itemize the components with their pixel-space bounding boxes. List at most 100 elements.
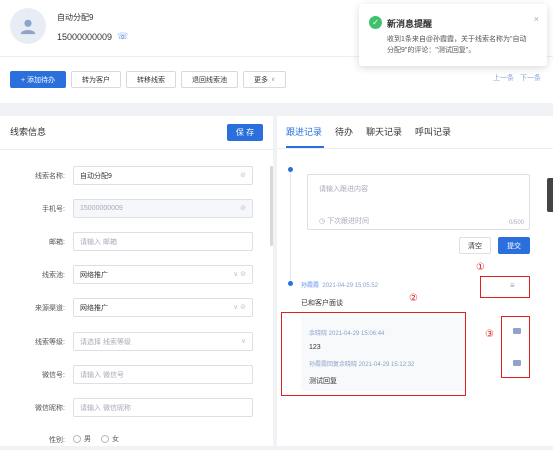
field-value: 网络推广 xyxy=(80,271,108,279)
gender-option-male[interactable]: 男 xyxy=(73,434,91,444)
field-value: 请选择 线索等级 xyxy=(80,338,131,346)
field-suffix-icon: ∨ xyxy=(240,338,246,345)
followup-content-input[interactable]: 请输入跟进内容 xyxy=(319,184,368,194)
annotation-number: ② xyxy=(409,293,418,304)
field-value: 请输入 微信号 xyxy=(80,371,124,379)
field-input[interactable]: 请输入 微信昵称 xyxy=(73,398,253,417)
field-label: 来源渠道: xyxy=(35,305,65,312)
record-time: 2021-04-29 15:05:52 xyxy=(322,283,379,289)
tab-followup[interactable]: 跟进记录 xyxy=(286,125,322,138)
record-author: 孙霞霞 xyxy=(301,283,320,289)
notification-toast: ✓ 新消息提醒 收到1条来自@孙霞霞，关于线索名称为"自动分配9"的评论："测试… xyxy=(359,4,547,66)
field-suffix-icon: ⊘ xyxy=(240,205,246,212)
tab-calls[interactable]: 呼叫记录 xyxy=(415,125,451,138)
field-input[interactable]: 自动分配9 ⊘ xyxy=(73,166,253,185)
field-input[interactable]: 请选择 线索等级 ∨ xyxy=(73,332,253,351)
close-icon[interactable]: × xyxy=(534,14,539,24)
field-label: 线索名称: xyxy=(35,173,65,180)
prev-record-link[interactable]: 上一条 xyxy=(493,73,514,83)
char-count: 0/500 xyxy=(508,220,524,226)
tabs-divider xyxy=(277,148,553,149)
field-value: 请输入 微信昵称 xyxy=(80,404,131,412)
more-label: 更多 xyxy=(254,76,269,84)
more-dropdown-button[interactable]: 更多 ∨ xyxy=(243,71,287,88)
phone-call-icon[interactable]: ☏ xyxy=(117,31,128,42)
gender-radio-group: 男 女 xyxy=(73,434,119,444)
field-value: 网络推广 xyxy=(80,304,108,312)
scrollbar[interactable] xyxy=(270,166,273,246)
gender-row: 性别: 男 女 xyxy=(0,430,260,450)
form-row: 微信昵称: 请输入 微信昵称 xyxy=(0,398,260,418)
highlight-box xyxy=(501,316,530,378)
gender-label: 性别: xyxy=(49,437,65,444)
field-suffix-icon: ∨ ⊘ xyxy=(233,271,246,278)
transfer-lead-button[interactable]: 转移线索 xyxy=(126,71,177,88)
timeline-dot xyxy=(288,167,293,172)
followup-editor[interactable]: 请输入跟进内容 ◷ 下次跟进时间 0/500 xyxy=(307,174,530,230)
next-followup-time-picker[interactable]: ◷ 下次跟进时间 xyxy=(319,216,369,226)
notification-body[interactable]: 收到1条来自@孙霞霞，关于线索名称为"自动分配9"的评论："测试回复"。 xyxy=(387,34,532,56)
gender-option-female[interactable]: 女 xyxy=(101,434,119,444)
radio-icon xyxy=(101,435,109,444)
field-input: 15000000009 ⊘ xyxy=(73,199,253,218)
panel-title: 线索信息 xyxy=(10,127,47,137)
panel-divider xyxy=(0,149,273,150)
tab-bar: 跟进记录 待办 聊天记录 呼叫记录 xyxy=(286,125,451,138)
form-row: 线索等级: 请选择 线索等级 ∨ xyxy=(0,332,260,352)
submit-button[interactable]: 提交 xyxy=(498,237,530,254)
field-value: 自动分配9 xyxy=(80,172,112,180)
annotation-number: ③ xyxy=(485,329,494,340)
chevron-down-icon: ∨ xyxy=(271,77,276,83)
notification-title: 新消息提醒 xyxy=(387,19,433,29)
success-check-icon: ✓ xyxy=(369,16,382,29)
field-input[interactable]: 请输入 微信号 xyxy=(73,365,253,384)
form-row: 来源渠道: 网络推广 ∨ ⊘ xyxy=(0,298,260,318)
form-row: 微信号: 请输入 微信号 xyxy=(0,365,260,385)
form-row: 线索名称: 自动分配9 ⊘ xyxy=(0,166,260,186)
annotation-number: ① xyxy=(476,262,485,273)
field-input[interactable]: 请输入 邮箱 xyxy=(73,232,253,251)
field-input[interactable]: 网络推广 ∨ ⊘ xyxy=(73,298,253,317)
convert-customer-button[interactable]: 转为客户 xyxy=(71,71,122,88)
avatar xyxy=(10,8,46,44)
field-label: 邮箱: xyxy=(49,239,65,246)
form-row: 线索池: 网络推广 ∨ ⊘ xyxy=(0,265,260,285)
followup-panel: 跟进记录 待办 聊天记录 呼叫记录 请输入跟进内容 ◷ 下次跟进时间 0/500… xyxy=(277,116,553,446)
lead-info-panel: 线索信息 保 存 线索名称: 自动分配9 ⊘ 手机号: 15000000009 ⊘ 邮箱: 请… xyxy=(0,116,273,446)
field-value: 15000000009 xyxy=(80,205,123,212)
clear-button[interactable]: 清空 xyxy=(459,237,491,254)
action-toolbar: + 添加待办 转为客户 转移线索 退回线索池 更多 ∨ xyxy=(10,71,287,88)
form-row: 邮箱: 请输入 邮箱 xyxy=(0,232,260,252)
field-label: 手机号: xyxy=(42,206,65,213)
timeline-dot xyxy=(288,281,293,286)
radio-icon xyxy=(73,435,81,444)
save-button[interactable]: 保 存 xyxy=(227,124,263,141)
field-value: 请输入 邮箱 xyxy=(80,238,117,246)
field-suffix-icon: ∨ ⊘ xyxy=(233,304,246,311)
add-todo-button[interactable]: + 添加待办 xyxy=(10,71,67,88)
gender-option-label: 女 xyxy=(112,436,119,443)
lead-phone-number: 15000000009 xyxy=(57,31,113,42)
pager: 上一条 下一条 xyxy=(493,73,541,83)
timeline-line xyxy=(290,170,291,284)
side-drawer-handle[interactable] xyxy=(547,178,553,212)
record-text: 已和客户面谈 xyxy=(301,300,343,307)
tab-todo[interactable]: 待办 xyxy=(335,125,353,138)
user-icon xyxy=(20,19,36,35)
field-input[interactable]: 网络推广 ∨ ⊘ xyxy=(73,265,253,284)
lead-phone: 15000000009 ☏ xyxy=(57,31,128,42)
field-label: 线索等级: xyxy=(35,339,65,346)
highlight-box xyxy=(480,276,530,298)
tab-chat[interactable]: 聊天记录 xyxy=(366,125,402,138)
field-label: 微信昵称: xyxy=(35,405,65,412)
highlight-box xyxy=(281,312,466,396)
field-label: 微信号: xyxy=(42,372,65,379)
field-label: 线索池: xyxy=(42,272,65,279)
next-record-link[interactable]: 下一条 xyxy=(520,73,541,83)
lead-name: 自动分配9 xyxy=(57,13,94,22)
next-followup-placeholder: 下次跟进时间 xyxy=(327,218,370,225)
record-meta: 孙霞霞 2021-04-29 15:05:52 xyxy=(301,280,378,289)
gender-option-label: 男 xyxy=(84,436,91,443)
field-suffix-icon: ⊘ xyxy=(240,172,246,179)
return-to-pool-button[interactable]: 退回线索池 xyxy=(181,71,239,88)
